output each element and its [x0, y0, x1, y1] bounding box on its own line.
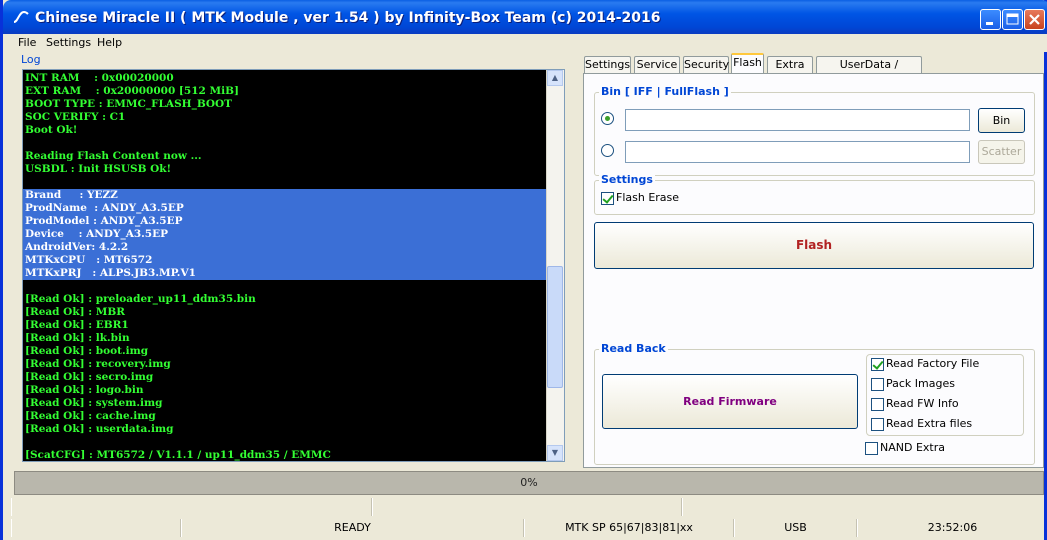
- read-fw-info-checkbox[interactable]: [871, 398, 884, 411]
- log-line: Boot Ok!: [25, 124, 78, 136]
- tab-settings[interactable]: Settings: [584, 56, 631, 73]
- scroll-thumb[interactable]: [547, 266, 563, 388]
- infinity-wave-icon: [13, 10, 29, 23]
- scatter-button[interactable]: Scatter: [978, 140, 1025, 164]
- readback-group-title: Read Back: [599, 342, 668, 355]
- scatter-radio[interactable]: [601, 144, 614, 157]
- log-line: AndroidVer: 4.2.2: [23, 241, 548, 254]
- log-lines: INT RAM : 0x00020000 EXT RAM : 0x20000000…: [23, 72, 548, 461]
- scroll-up-button[interactable]: ▲: [547, 70, 563, 86]
- flash-tab-panel: Bin [ IFF | FullFlash ] Bin Scatter Sett…: [583, 73, 1044, 468]
- log-line: MTKxPRJ : ALPS.JB3.MP.V1: [23, 267, 548, 280]
- log-line: [ScatCFG] : MT6572 / V1.1.1 / up11_ddm35…: [25, 449, 331, 461]
- tab-flash[interactable]: Flash: [731, 53, 764, 74]
- nand-extra-checkbox[interactable]: [865, 442, 878, 455]
- tab-extra[interactable]: Extra: [767, 56, 813, 73]
- bin-groupbox: [594, 92, 1035, 176]
- log-line: [Read Ok] : cache.img: [25, 410, 156, 422]
- menu-bar: File Settings Help: [6, 34, 1047, 52]
- tab-userdata-forensic[interactable]: UserData / Forensic: [816, 56, 922, 87]
- log-line: USBDL : Init HSUSB Ok!: [25, 163, 172, 175]
- pack-images-label: Pack Images: [886, 377, 955, 390]
- log-line: [Read Ok] : MBR: [25, 306, 125, 318]
- status-cell-empty-1: [11, 498, 372, 516]
- maximize-button[interactable]: [1002, 9, 1023, 30]
- minimize-button[interactable]: [980, 9, 1001, 30]
- status-cell-empty-2: [372, 498, 682, 516]
- menu-help[interactable]: Help: [97, 36, 122, 49]
- maximize-icon: [1006, 13, 1019, 25]
- log-line: BOOT TYPE : EMMC_FLASH_BOOT: [25, 98, 232, 110]
- menu-file[interactable]: File: [18, 36, 36, 49]
- log-line: [Read Ok] : system.img: [25, 397, 163, 409]
- tab-security[interactable]: Security: [683, 56, 729, 73]
- progress-bar: 0%: [14, 471, 1044, 495]
- read-fw-info-label: Read FW Info: [886, 397, 959, 410]
- log-line: [Read Ok] : boot.img: [25, 345, 149, 357]
- bin-path-input[interactable]: [625, 109, 970, 131]
- log-panel[interactable]: INT RAM : 0x00020000 EXT RAM : 0x20000000…: [22, 69, 565, 462]
- settings-group-title: Settings: [599, 173, 655, 186]
- close-icon: [1029, 14, 1040, 25]
- status-ready: READY: [181, 519, 524, 537]
- bin-radio[interactable]: [601, 112, 614, 125]
- status-cell-blank: [11, 519, 181, 537]
- title-bar[interactable]: Chinese Miracle II ( MTK Module , ver 1.…: [3, 0, 1047, 34]
- status-bar: READY MTK SP 65|67|83|81|xx USB 23:52:06: [11, 519, 1047, 537]
- log-line: Brand : YEZZ: [23, 189, 548, 202]
- status-protocol: MTK SP 65|67|83|81|xx: [524, 519, 734, 537]
- pack-images-checkbox[interactable]: [871, 378, 884, 391]
- flash-erase-label: Flash Erase: [616, 191, 680, 204]
- scroll-down-button[interactable]: ▼: [547, 445, 563, 461]
- log-line: [Read Ok] : logo.bin: [25, 384, 144, 396]
- log-line: ProdName : ANDY_A3.5EP: [23, 202, 548, 215]
- menu-settings[interactable]: Settings: [46, 36, 91, 49]
- log-scrollbar[interactable]: ▲ ▼: [546, 70, 564, 461]
- tab-service[interactable]: Service: [634, 56, 680, 73]
- log-line: EXT RAM : 0x20000000 [512 MiB]: [25, 85, 239, 97]
- application-window: Chinese Miracle II ( MTK Module , ver 1.…: [0, 0, 1047, 540]
- log-line: SOC VERIFY : C1: [25, 111, 126, 123]
- read-extra-files-checkbox[interactable]: [871, 418, 884, 431]
- flash-button[interactable]: Flash: [594, 222, 1034, 269]
- progress-text: 0%: [520, 476, 538, 489]
- log-line: [Read Ok] : EBR1: [25, 319, 129, 331]
- log-line: INT RAM : 0x00020000: [25, 72, 174, 84]
- status-connection: USB: [734, 519, 857, 537]
- read-factory-file-checkbox[interactable]: [871, 358, 884, 371]
- log-line: Reading Flash Content now ...: [25, 150, 202, 162]
- bin-group-title: Bin [ IFF | FullFlash ]: [599, 85, 731, 98]
- log-label: Log: [21, 53, 41, 66]
- log-line: [Read Ok] : preloader_up11_ddm35.bin: [25, 293, 256, 305]
- flash-erase-checkbox[interactable]: [601, 192, 614, 205]
- bin-button[interactable]: Bin: [978, 108, 1025, 133]
- log-line: [Read Ok] : lk.bin: [25, 332, 130, 344]
- log-line: [Read Ok] : userdata.img: [25, 423, 174, 435]
- read-extra-files-label: Read Extra files: [886, 417, 973, 430]
- log-line: [Read Ok] : secro.img: [25, 371, 154, 383]
- log-line: ProdModel : ANDY_A3.5EP: [23, 215, 548, 228]
- secondary-status-row: [11, 498, 1047, 516]
- log-line: MTKxCPU : MT6572: [23, 254, 548, 267]
- log-line: Device : ANDY_A3.5EP: [23, 228, 548, 241]
- window-title: Chinese Miracle II ( MTK Module , ver 1.…: [35, 10, 661, 26]
- log-line: [Read Ok] : recovery.img: [25, 358, 171, 370]
- status-cell-empty-3: [682, 498, 1047, 516]
- close-button[interactable]: [1024, 9, 1045, 30]
- scatter-path-input[interactable]: [625, 141, 970, 163]
- minimize-icon: [986, 22, 993, 25]
- nand-extra-label: NAND Extra: [880, 441, 945, 454]
- read-firmware-button[interactable]: Read Firmware: [602, 374, 858, 429]
- read-factory-file-label: Read Factory File: [886, 357, 980, 370]
- status-time: 23:52:06: [857, 519, 1047, 537]
